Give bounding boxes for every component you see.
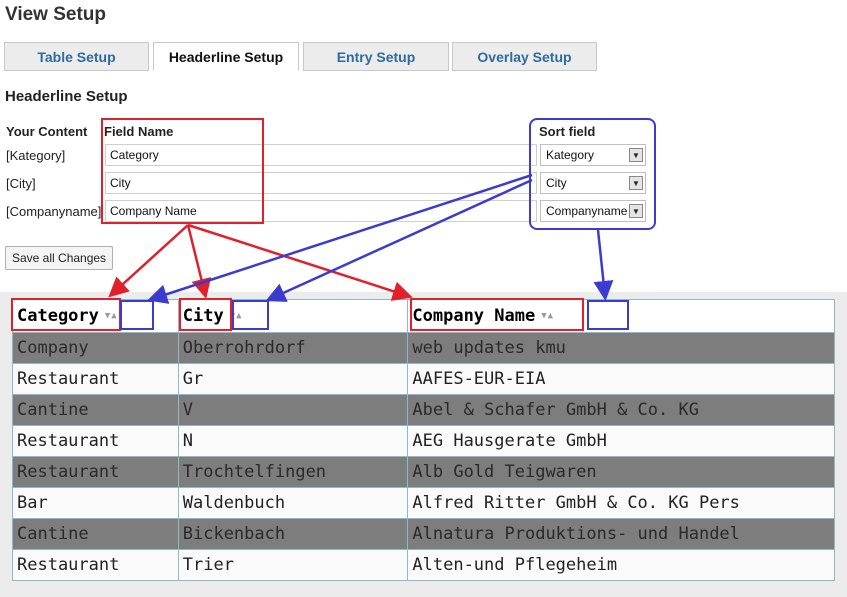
table-cell: Cantine [12,518,179,550]
field-name-input-company-name[interactable] [105,200,537,222]
arrow-to-category-header [108,224,189,298]
arrow-to-company-sort [593,229,614,301]
chevron-down-icon[interactable]: ▼ [629,204,643,218]
table-cell: Alnatura Produktions- und Handel [407,518,835,550]
table-cell: Alb Gold Teigwaren [407,456,835,488]
column-header-category[interactable]: Category ▼▲ [12,299,179,333]
tab-table-setup[interactable]: Table Setup [4,42,149,71]
table-row: Cantine Bickenbach Alnatura Produktions-… [12,518,835,550]
table-cell: web updates kmu [407,332,835,364]
section-title: Headerline Setup [5,88,128,105]
table-cell: N [177,425,409,457]
content-label-city: [City] [6,176,36,191]
table-cell: Restaurant [12,549,179,581]
content-label-kategory: [Kategory] [6,148,66,163]
sort-arrows-icon[interactable]: ▼▲ [230,311,243,321]
table-cell: Waldenbuch [177,487,409,519]
table-cell: Trier [177,549,409,581]
chevron-down-icon[interactable]: ▼ [629,148,643,162]
sort-select-value: City [546,176,567,190]
table-cell: Oberrohrdorf [177,332,409,364]
sort-select-value: Kategory [546,148,595,162]
field-name-input-category[interactable] [105,144,537,166]
table-cell: Restaurant [12,363,179,395]
table-cell: AEG Hausgerate GmbH [407,425,835,457]
table-cell: Bickenbach [177,518,409,550]
table-cell: AAFES-EUR-EIA [407,363,835,395]
header-sort-field: Sort field [539,124,596,139]
table-row: Restaurant Trochtelfingen Alb Gold Teigw… [12,456,835,488]
chevron-down-icon[interactable]: ▼ [629,176,643,190]
sort-arrows-icon[interactable]: ▼▲ [105,311,118,321]
field-name-input-city[interactable] [105,172,537,194]
column-header-label: Category [17,306,99,326]
table-row: Cantine V Abel & Schafer GmbH & Co. KG [12,394,835,426]
tab-headerline-setup[interactable]: Headerline Setup [153,42,299,71]
table-row: Restaurant N AEG Hausgerate GmbH [12,425,835,457]
table-row: Company Oberrohrdorf web updates kmu [12,332,835,364]
table-cell: Gr [177,363,409,395]
table-cell: Restaurant [12,456,179,488]
content-label-companyname: [Companyname] [6,204,102,219]
table-cell: Company [12,332,179,364]
table-cell: Cantine [12,394,179,426]
table-cell: Restaurant [12,425,179,457]
arrow-to-city-sort [265,178,533,302]
tab-overlay-setup[interactable]: Overlay Setup [452,42,597,71]
red-arrows [108,223,413,301]
table-cell: Alfred Ritter GmbH & Co. KG Pers [407,487,835,519]
column-header-label: City [182,306,224,326]
column-header-label: Company Name [412,306,536,326]
sort-select-kategory[interactable]: Kategory ▼ [540,144,646,166]
header-your-content: Your Content [6,124,88,139]
table-row: Restaurant Gr AAFES-EUR-EIA [12,363,835,395]
table-row: Bar Waldenbuch Alfred Ritter GmbH & Co. … [12,487,835,519]
column-header-company-name[interactable]: Company Name ▼▲ [407,299,835,333]
table-row: Restaurant Trier Alten-und Pflegeheim [12,549,835,581]
arrow-to-company-header [187,223,413,301]
table-cell: Alten-und Pflegeheim [407,549,835,581]
sort-select-city[interactable]: City ▼ [540,172,646,194]
table-cell: Trochtelfingen [177,456,409,488]
sort-arrows-icon[interactable]: ▼▲ [541,311,554,321]
column-header-city[interactable]: City ▼▲ [177,299,409,333]
page-title: View Setup [5,4,107,25]
table-cell: Bar [12,487,179,519]
tab-entry-setup[interactable]: Entry Setup [303,42,449,71]
sort-select-companyname[interactable]: Companyname ▼ [540,200,646,222]
table-cell: Abel & Schafer GmbH & Co. KG [407,394,835,426]
table-cell: V [177,394,409,426]
preview-table: Category ▼▲ City ▼▲ Company Name ▼▲ Company… [12,299,835,581]
table-header-row: Category ▼▲ City ▼▲ Company Name ▼▲ [12,299,835,333]
arrow-to-city-header [186,224,212,299]
save-all-changes-button[interactable]: Save all Changes [5,246,114,270]
header-field-name: Field Name [104,124,174,139]
sort-select-value: Companyname [546,204,628,218]
